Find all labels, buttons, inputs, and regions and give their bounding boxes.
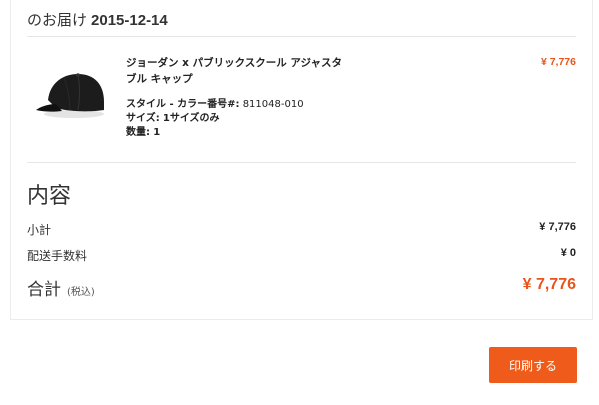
delivery-label: のお届け xyxy=(27,11,88,29)
total-label: 合計 (税込) xyxy=(27,275,95,300)
shipping-label: 配送手数料 xyxy=(27,249,88,263)
subtotal-label: 小計 xyxy=(27,223,52,237)
total-label-text: 合計 xyxy=(27,280,61,300)
style-value: 811048-010 xyxy=(242,99,304,110)
divider xyxy=(27,36,576,37)
tax-note: (税込) xyxy=(67,287,95,298)
divider xyxy=(27,162,576,163)
cap-image xyxy=(36,73,104,118)
delivery-date: 2015-12-14 xyxy=(91,12,168,29)
product-price: ¥ 7,776 xyxy=(540,56,576,68)
summary-title: 内容 xyxy=(27,184,72,209)
qty-label: 数量: xyxy=(126,127,150,138)
qty-value: 1 xyxy=(153,127,161,138)
print-button[interactable]: 印刷する xyxy=(489,347,577,383)
size-value: 1サイズのみ xyxy=(162,113,220,124)
total-value: ¥ 7,776 xyxy=(522,276,576,293)
product-size: サイズ: 1サイズのみ xyxy=(126,109,220,124)
product-quantity: 数量: 1 xyxy=(126,123,160,138)
subtotal-value: ¥ 7,776 xyxy=(539,221,576,233)
order-summary-card xyxy=(10,0,593,320)
product-name[interactable]: ジョーダン x パブリックスクール アジャスタブル キャップ xyxy=(126,55,351,87)
delivery-heading: のお届け 2015-12-14 xyxy=(27,9,168,30)
product-style: スタイル - カラー番号#: 811048-010 xyxy=(126,95,304,110)
shipping-value: ¥ 0 xyxy=(560,247,576,259)
